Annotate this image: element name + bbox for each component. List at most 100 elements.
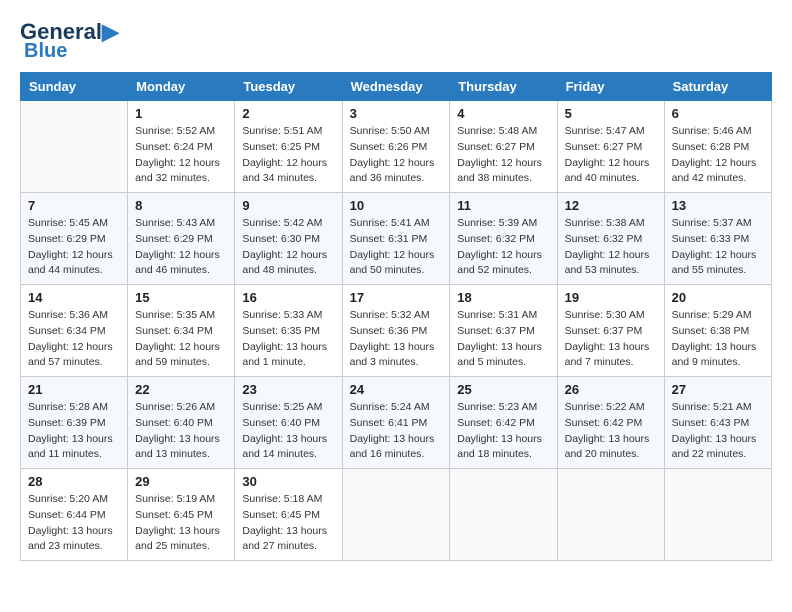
day-number: 6 xyxy=(672,106,764,121)
calendar-cell: 19Sunrise: 5:30 AMSunset: 6:37 PMDayligh… xyxy=(557,285,664,377)
day-info: Sunrise: 5:20 AMSunset: 6:44 PMDaylight:… xyxy=(28,492,120,555)
calendar-week-2: 7 Sunrise: 5:45 AMSunset: 6:29 PMDaylight… xyxy=(21,193,772,285)
day-number: 16 xyxy=(242,290,334,305)
calendar-cell: 2 Sunrise: 5:51 AMSunset: 6:25 PMDaylight… xyxy=(235,101,342,193)
day-info: Sunrise: 5:42 AMSunset: 6:30 PMDaylight:… xyxy=(242,216,334,279)
calendar-cell: 25 Sunrise: 5:23 AMSunset: 6:42 PMDayligh… xyxy=(450,377,557,469)
column-header-sunday: Sunday xyxy=(21,73,128,101)
calendar-cell: 5 Sunrise: 5:47 AMSunset: 6:27 PMDaylight… xyxy=(557,101,664,193)
day-info: Sunrise: 5:32 AMSunset: 6:36 PMDaylight:… xyxy=(350,308,443,371)
day-number: 24 xyxy=(350,382,443,397)
day-number: 12 xyxy=(565,198,657,213)
calendar-cell: 16Sunrise: 5:33 AMSunset: 6:35 PMDayligh… xyxy=(235,285,342,377)
day-number: 19 xyxy=(565,290,657,305)
calendar-cell xyxy=(450,469,557,561)
day-number: 27 xyxy=(672,382,764,397)
day-info: Sunrise: 5:39 AMSunset: 6:32 PMDaylight:… xyxy=(457,216,549,279)
day-number: 7 xyxy=(28,198,120,213)
calendar-cell: 8 Sunrise: 5:43 AMSunset: 6:29 PMDaylight… xyxy=(128,193,235,285)
day-number: 28 xyxy=(28,474,120,489)
calendar-cell xyxy=(21,101,128,193)
calendar-header-row: SundayMondayTuesdayWednesdayThursdayFrid… xyxy=(21,73,772,101)
day-info: Sunrise: 5:51 AMSunset: 6:25 PMDaylight:… xyxy=(242,124,334,187)
calendar-cell: 23 Sunrise: 5:25 AMSunset: 6:40 PMDayligh… xyxy=(235,377,342,469)
column-header-thursday: Thursday xyxy=(450,73,557,101)
day-info: Sunrise: 5:22 AMSunset: 6:42 PMDaylight:… xyxy=(565,400,657,463)
day-info: Sunrise: 5:35 AMSunset: 6:34 PMDaylight:… xyxy=(135,308,227,371)
calendar-cell: 20Sunrise: 5:29 AMSunset: 6:38 PMDayligh… xyxy=(664,285,771,377)
day-number: 26 xyxy=(565,382,657,397)
day-number: 23 xyxy=(242,382,334,397)
day-number: 3 xyxy=(350,106,443,121)
calendar-week-1: 1Sunrise: 5:52 AMSunset: 6:24 PMDaylight… xyxy=(21,101,772,193)
day-number: 5 xyxy=(565,106,657,121)
day-info: Sunrise: 5:26 AMSunset: 6:40 PMDaylight:… xyxy=(135,400,227,463)
calendar-cell: 26 Sunrise: 5:22 AMSunset: 6:42 PMDayligh… xyxy=(557,377,664,469)
calendar-cell xyxy=(664,469,771,561)
calendar-cell: 21 Sunrise: 5:28 AMSunset: 6:39 PMDayligh… xyxy=(21,377,128,469)
calendar-week-4: 21 Sunrise: 5:28 AMSunset: 6:39 PMDayligh… xyxy=(21,377,772,469)
day-info: Sunrise: 5:24 AMSunset: 6:41 PMDaylight:… xyxy=(350,400,443,463)
day-info: Sunrise: 5:45 AMSunset: 6:29 PMDaylight:… xyxy=(28,216,120,279)
calendar-cell: 24 Sunrise: 5:24 AMSunset: 6:41 PMDayligh… xyxy=(342,377,450,469)
calendar-cell: 1Sunrise: 5:52 AMSunset: 6:24 PMDaylight… xyxy=(128,101,235,193)
calendar-cell: 6 Sunrise: 5:46 AMSunset: 6:28 PMDaylight… xyxy=(664,101,771,193)
calendar-table: SundayMondayTuesdayWednesdayThursdayFrid… xyxy=(20,72,772,561)
day-number: 8 xyxy=(135,198,227,213)
calendar-cell: 15Sunrise: 5:35 AMSunset: 6:34 PMDayligh… xyxy=(128,285,235,377)
calendar-cell: 18 Sunrise: 5:31 AMSunset: 6:37 PMDayligh… xyxy=(450,285,557,377)
day-info: Sunrise: 5:50 AMSunset: 6:26 PMDaylight:… xyxy=(350,124,443,187)
calendar-cell xyxy=(557,469,664,561)
day-number: 17 xyxy=(350,290,443,305)
column-header-monday: Monday xyxy=(128,73,235,101)
calendar-cell: 17 Sunrise: 5:32 AMSunset: 6:36 PMDayligh… xyxy=(342,285,450,377)
calendar-cell: 12 Sunrise: 5:38 AMSunset: 6:32 PMDayligh… xyxy=(557,193,664,285)
calendar-cell: 27 Sunrise: 5:21 AMSunset: 6:43 PMDayligh… xyxy=(664,377,771,469)
calendar-week-5: 28 Sunrise: 5:20 AMSunset: 6:44 PMDayligh… xyxy=(21,469,772,561)
day-info: Sunrise: 5:31 AMSunset: 6:37 PMDaylight:… xyxy=(457,308,549,371)
day-number: 4 xyxy=(457,106,549,121)
calendar-week-3: 14 Sunrise: 5:36 AMSunset: 6:34 PMDayligh… xyxy=(21,285,772,377)
day-number: 25 xyxy=(457,382,549,397)
day-info: Sunrise: 5:46 AMSunset: 6:28 PMDaylight:… xyxy=(672,124,764,187)
day-number: 14 xyxy=(28,290,120,305)
logo: General▶ Blue xyxy=(20,20,119,62)
column-header-saturday: Saturday xyxy=(664,73,771,101)
day-number: 29 xyxy=(135,474,227,489)
calendar-cell: 10 Sunrise: 5:41 AMSunset: 6:31 PMDayligh… xyxy=(342,193,450,285)
day-info: Sunrise: 5:37 AMSunset: 6:33 PMDaylight:… xyxy=(672,216,764,279)
calendar-cell: 3 Sunrise: 5:50 AMSunset: 6:26 PMDaylight… xyxy=(342,101,450,193)
day-info: Sunrise: 5:18 AMSunset: 6:45 PMDaylight:… xyxy=(242,492,334,555)
calendar-cell: 28 Sunrise: 5:20 AMSunset: 6:44 PMDayligh… xyxy=(21,469,128,561)
day-info: Sunrise: 5:43 AMSunset: 6:29 PMDaylight:… xyxy=(135,216,227,279)
day-info: Sunrise: 5:21 AMSunset: 6:43 PMDaylight:… xyxy=(672,400,764,463)
day-info: Sunrise: 5:48 AMSunset: 6:27 PMDaylight:… xyxy=(457,124,549,187)
day-number: 21 xyxy=(28,382,120,397)
day-info: Sunrise: 5:28 AMSunset: 6:39 PMDaylight:… xyxy=(28,400,120,463)
calendar-cell: 13 Sunrise: 5:37 AMSunset: 6:33 PMDayligh… xyxy=(664,193,771,285)
calendar-cell: 29 Sunrise: 5:19 AMSunset: 6:45 PMDayligh… xyxy=(128,469,235,561)
day-number: 2 xyxy=(242,106,334,121)
day-number: 11 xyxy=(457,198,549,213)
day-info: Sunrise: 5:23 AMSunset: 6:42 PMDaylight:… xyxy=(457,400,549,463)
calendar-cell: 4 Sunrise: 5:48 AMSunset: 6:27 PMDaylight… xyxy=(450,101,557,193)
calendar-cell: 14 Sunrise: 5:36 AMSunset: 6:34 PMDayligh… xyxy=(21,285,128,377)
calendar-cell: 22 Sunrise: 5:26 AMSunset: 6:40 PMDayligh… xyxy=(128,377,235,469)
day-info: Sunrise: 5:36 AMSunset: 6:34 PMDaylight:… xyxy=(28,308,120,371)
calendar-cell xyxy=(342,469,450,561)
day-number: 13 xyxy=(672,198,764,213)
day-info: Sunrise: 5:52 AMSunset: 6:24 PMDaylight:… xyxy=(135,124,227,187)
page-header: General▶ Blue xyxy=(20,20,772,62)
day-info: Sunrise: 5:47 AMSunset: 6:27 PMDaylight:… xyxy=(565,124,657,187)
day-info: Sunrise: 5:25 AMSunset: 6:40 PMDaylight:… xyxy=(242,400,334,463)
day-number: 22 xyxy=(135,382,227,397)
day-info: Sunrise: 5:38 AMSunset: 6:32 PMDaylight:… xyxy=(565,216,657,279)
calendar-cell: 9Sunrise: 5:42 AMSunset: 6:30 PMDaylight… xyxy=(235,193,342,285)
day-info: Sunrise: 5:19 AMSunset: 6:45 PMDaylight:… xyxy=(135,492,227,555)
day-info: Sunrise: 5:41 AMSunset: 6:31 PMDaylight:… xyxy=(350,216,443,279)
day-number: 18 xyxy=(457,290,549,305)
day-number: 10 xyxy=(350,198,443,213)
calendar-cell: 11 Sunrise: 5:39 AMSunset: 6:32 PMDayligh… xyxy=(450,193,557,285)
day-number: 20 xyxy=(672,290,764,305)
calendar-cell: 30Sunrise: 5:18 AMSunset: 6:45 PMDayligh… xyxy=(235,469,342,561)
